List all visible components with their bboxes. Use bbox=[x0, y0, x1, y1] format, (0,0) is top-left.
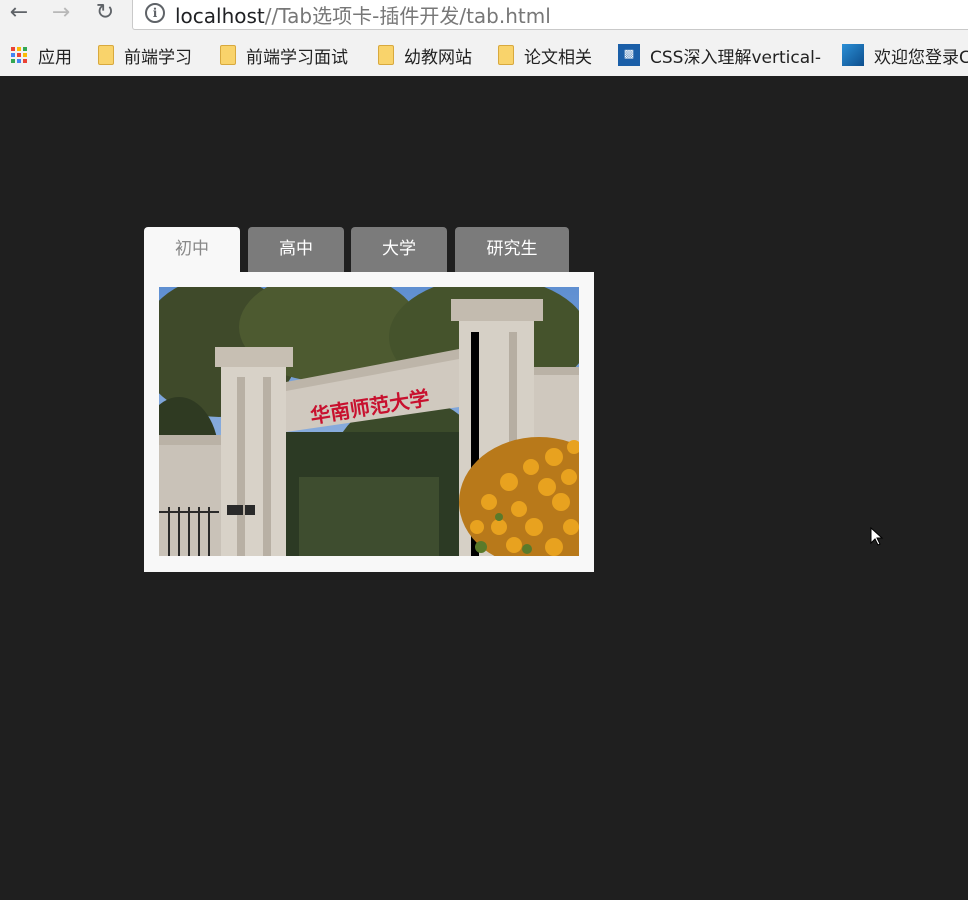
bookmark-paper-related[interactable]: 论文相关 bbox=[498, 42, 592, 68]
folder-icon bbox=[378, 45, 394, 65]
bookmark-label: CSS深入理解vertical- bbox=[650, 47, 821, 68]
reload-icon[interactable]: ↻ bbox=[92, 2, 118, 26]
bookmark-preschool-sites[interactable]: 幼教网站 bbox=[378, 42, 472, 68]
url-path: //Tab选项卡-插件开发/tab.html bbox=[264, 4, 551, 28]
browser-toolbar: ← → ↻ i localhost//Tab选项卡-插件开发/tab.html bbox=[0, 0, 968, 30]
tab-panel: 华南师范大学 bbox=[144, 272, 594, 572]
bookmark-label: 前端学习 bbox=[124, 47, 192, 68]
tab-university[interactable]: 大学 bbox=[351, 227, 447, 272]
bookmark-welcome-login[interactable]: 欢迎您登录C bbox=[842, 42, 968, 68]
site-icon bbox=[842, 44, 864, 66]
browser-chrome: ← → ↻ i localhost//Tab选项卡-插件开发/tab.html … bbox=[0, 0, 968, 76]
tab-junior-high[interactable]: 初中 bbox=[144, 227, 240, 272]
tab-senior-high[interactable]: 高中 bbox=[248, 227, 344, 272]
url-text[interactable]: localhost//Tab选项卡-插件开发/tab.html bbox=[175, 0, 551, 29]
url-host: localhost bbox=[175, 4, 265, 28]
bookmark-label: 前端学习面试 bbox=[246, 47, 348, 68]
bookmark-frontend-interview[interactable]: 前端学习面试 bbox=[220, 42, 348, 68]
folder-icon bbox=[220, 45, 236, 65]
bookmark-label: 幼教网站 bbox=[404, 47, 472, 68]
info-icon[interactable]: i bbox=[145, 3, 165, 23]
bookmark-frontend-study[interactable]: 前端学习 bbox=[98, 42, 192, 68]
bookmark-label: 应用 bbox=[38, 47, 72, 68]
site-icon: ▩ bbox=[618, 44, 640, 66]
folder-icon bbox=[498, 45, 514, 65]
forward-arrow-icon[interactable]: → bbox=[48, 2, 74, 26]
campus-gate-photo: 华南师范大学 bbox=[159, 287, 579, 556]
bookmark-css-vertical[interactable]: ▩ CSS深入理解vertical- bbox=[618, 42, 821, 68]
address-bar[interactable]: i localhost//Tab选项卡-插件开发/tab.html bbox=[132, 0, 968, 30]
bookmark-label: 论文相关 bbox=[524, 47, 592, 68]
bookmark-apps[interactable]: 应用 bbox=[10, 42, 72, 68]
folder-icon bbox=[98, 45, 114, 65]
back-arrow-icon[interactable]: ← bbox=[6, 2, 32, 26]
bookmarks-bar: 应用 前端学习 前端学习面试 幼教网站 论文相关 ▩ CSS深入理解vertic… bbox=[0, 38, 968, 72]
tab-graduate[interactable]: 研究生 bbox=[455, 227, 569, 272]
apps-icon bbox=[10, 46, 28, 64]
bookmark-label: 欢迎您登录C bbox=[874, 47, 968, 68]
